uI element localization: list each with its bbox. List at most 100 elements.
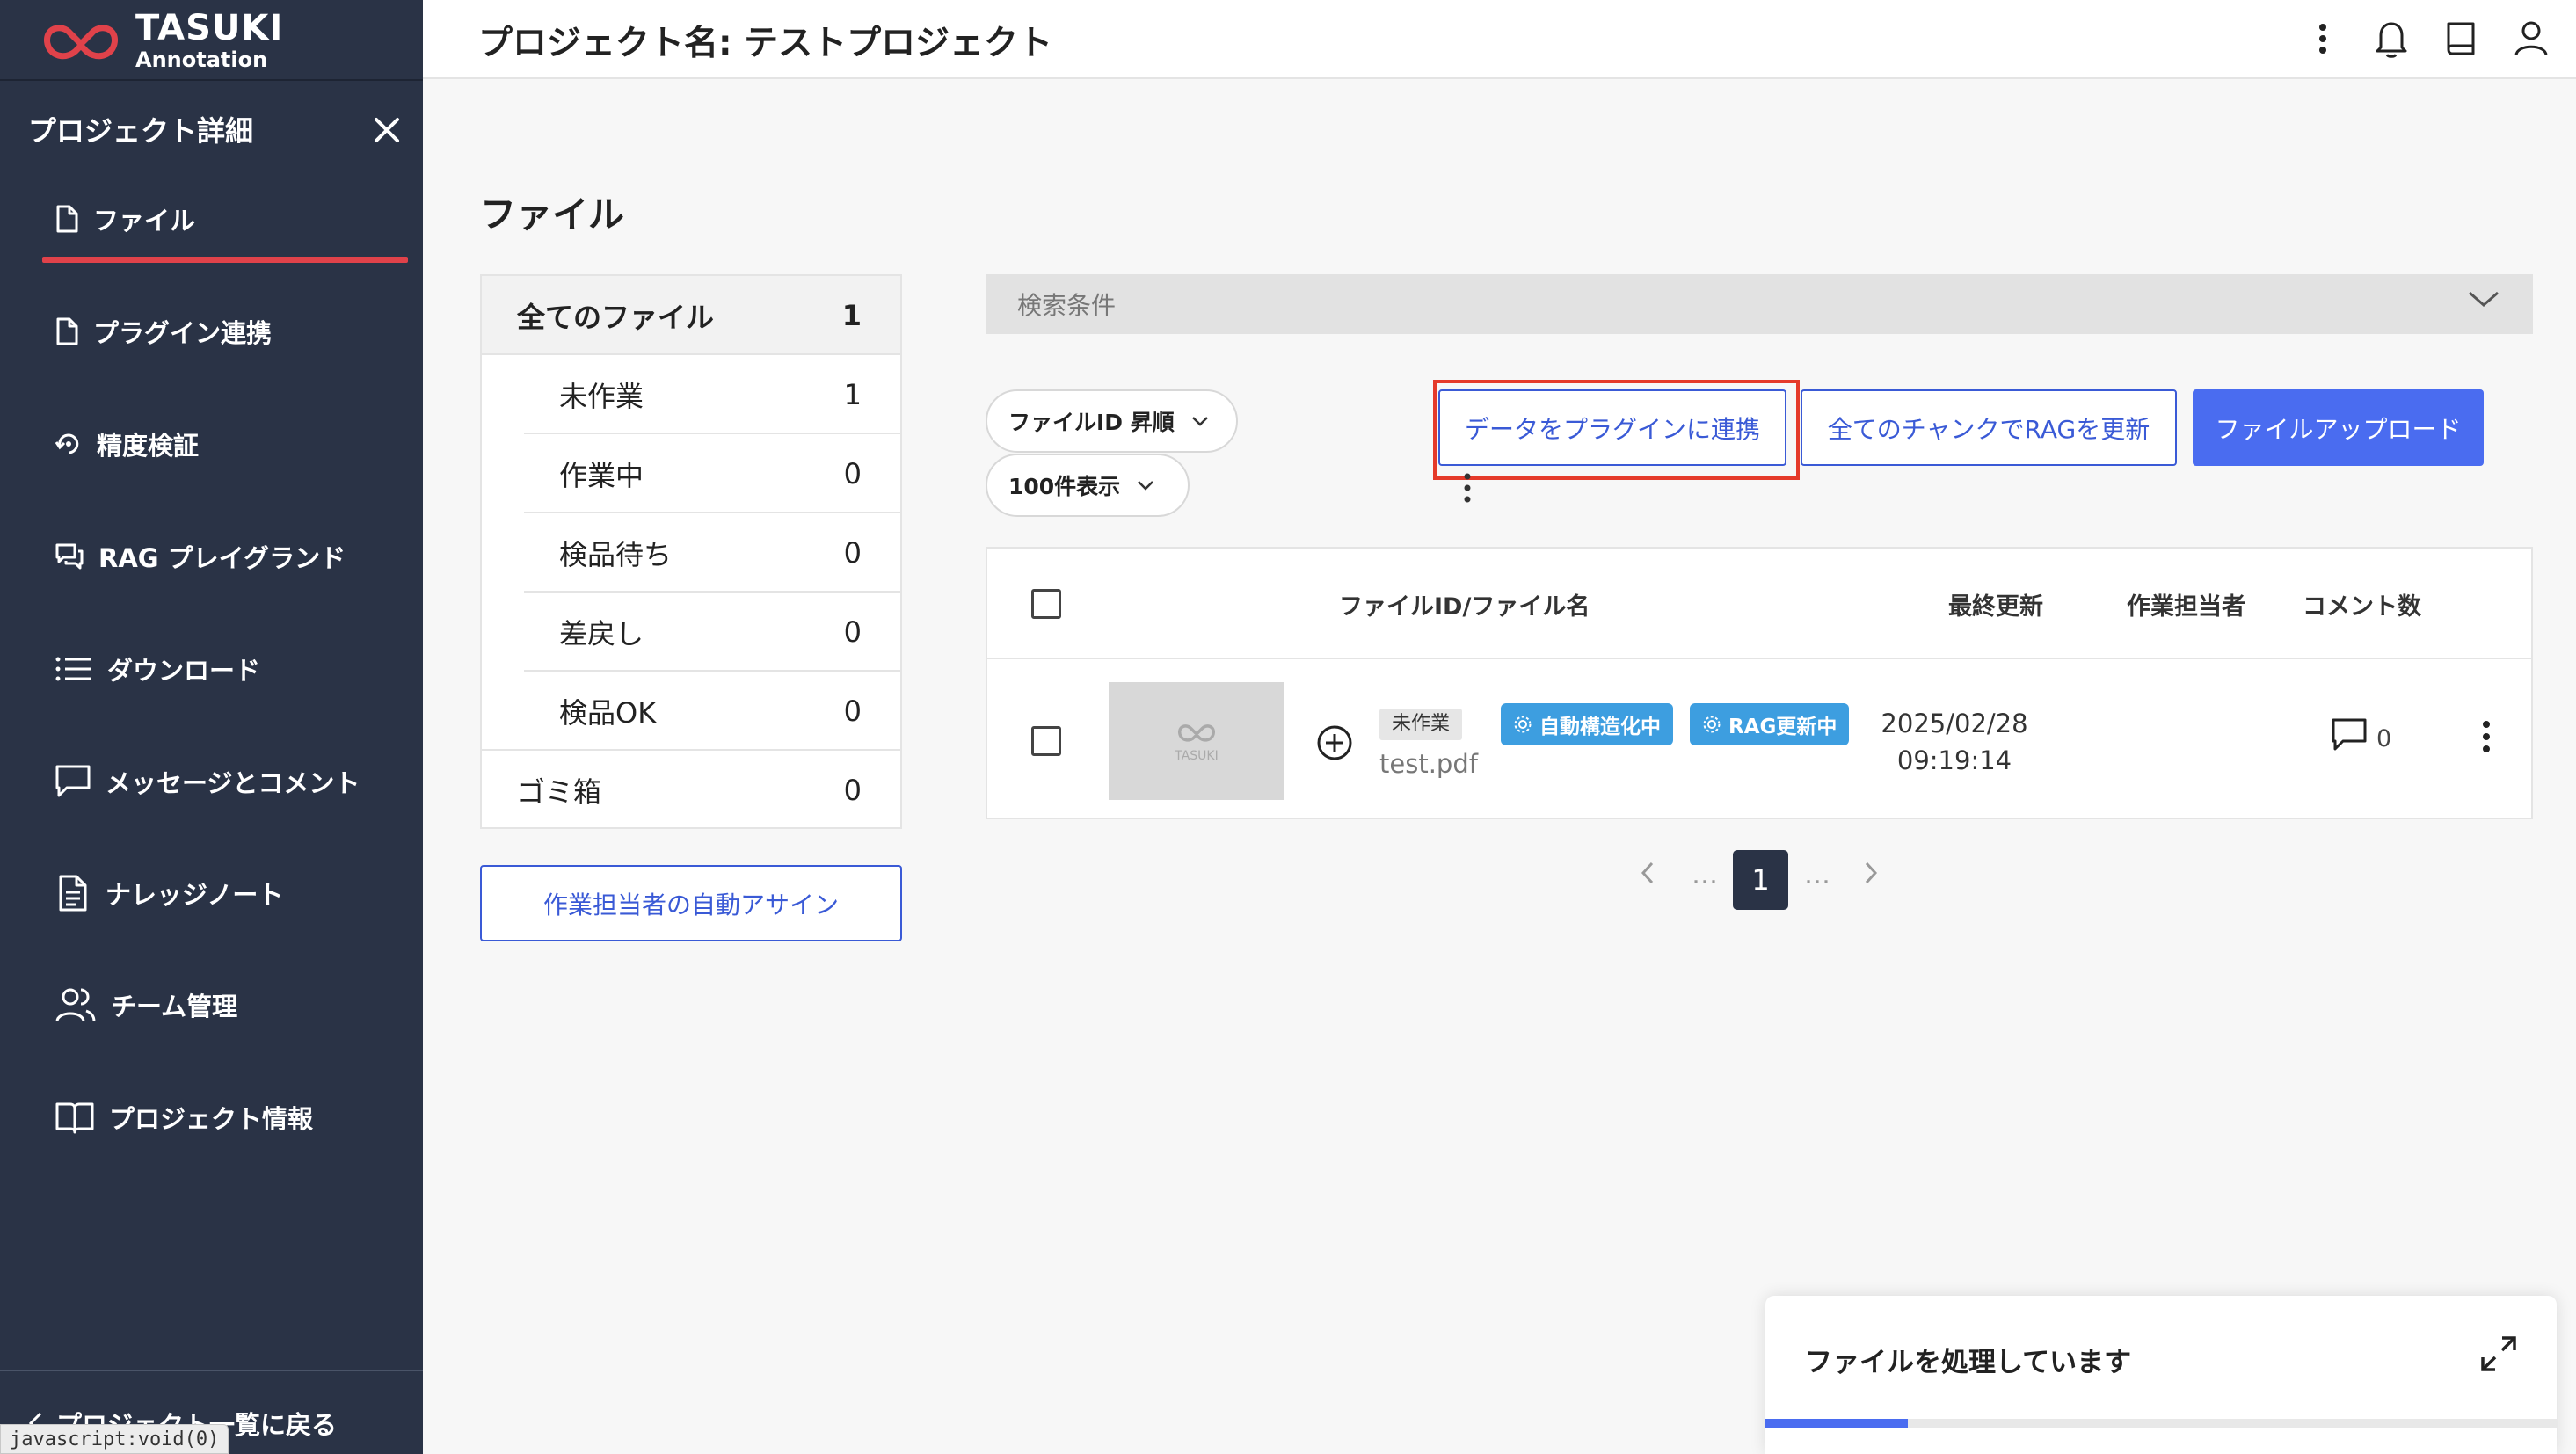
tag-label: RAG更新中 (1728, 716, 1837, 738)
sidebar: TASUKI Annotation プロジェクト詳細 ファイル プラグイン連携 … (0, 0, 423, 1454)
filter-inspection-ok[interactable]: 検品OK 0 (482, 672, 900, 751)
close-icon[interactable] (369, 113, 404, 148)
toast-title: ファイルを処理しています (1805, 1347, 2132, 1378)
file-name[interactable]: test.pdf (1379, 749, 1478, 779)
sidebar-item-accuracy[interactable]: 精度検証 (55, 425, 199, 462)
pagination-ellipsis: … (1804, 860, 1830, 891)
sidebar-item-label: プロジェクト情報 (109, 1104, 314, 1134)
logo-title: TASUKI (135, 8, 284, 48)
kebab-icon[interactable] (1463, 469, 1472, 506)
sidebar-item-knowledge[interactable]: ナレッジノート (55, 874, 283, 912)
plugin-sync-button[interactable]: データをプラグインに連携 (1438, 389, 1786, 466)
account-button[interactable] (2505, 12, 2558, 65)
tag-label: 自動構造化中 (1539, 716, 1661, 738)
thumbnail-text: TASUKI (1175, 749, 1219, 763)
notifications-button[interactable] (2365, 12, 2418, 65)
tag-auto-structuring: 自動構造化中 (1501, 703, 1673, 745)
rag-update-button[interactable]: 全てのチャンクでRAGを更新 (1801, 389, 2177, 466)
row-menu-icon[interactable] (2482, 719, 2491, 754)
file-upload-button[interactable]: ファイルアップロード (2193, 389, 2484, 466)
accuracy-icon (55, 433, 79, 454)
browser-status-url: javascript:void(0) (0, 1424, 229, 1454)
user-icon (2514, 21, 2548, 56)
section-heading: ファイル (480, 193, 624, 236)
page-size-select[interactable]: 100件表示 (986, 454, 1190, 517)
select-all-checkbox[interactable] (1031, 589, 1061, 619)
filter-not-started[interactable]: 未作業 1 (482, 355, 900, 434)
column-header-comments: コメント数 (2303, 593, 2421, 621)
message-icon (55, 765, 91, 797)
column-header-file: ファイルID/ファイル名 (1339, 593, 1590, 621)
sidebar-item-plugin[interactable]: プラグイン連携 (55, 313, 272, 350)
gear-icon (1703, 716, 1721, 733)
filter-awaiting-inspection[interactable]: 検品待ち 0 (482, 513, 900, 593)
filter-label: 検品待ち (559, 538, 673, 571)
page-title: プロジェクト名: テストプロジェクト (478, 24, 1053, 63)
team-icon (55, 988, 96, 1022)
filter-count: 1 (841, 299, 862, 332)
sidebar-item-label: メッセージとコメント (106, 768, 360, 798)
filter-label: ゴミ箱 (517, 775, 602, 809)
sidebar-divider (0, 79, 423, 81)
filter-returned[interactable]: 差戻し 0 (482, 593, 900, 672)
sidebar-item-download[interactable]: ダウンロード (55, 651, 260, 687)
chevron-down-icon (1138, 481, 1154, 491)
expand-icon[interactable] (2479, 1334, 2518, 1373)
file-icon (56, 317, 78, 345)
filter-label: 検品OK (559, 696, 657, 730)
sidebar-item-messages[interactable]: メッセージとコメント (55, 763, 360, 800)
filter-count: 0 (843, 536, 862, 570)
gear-icon (1514, 716, 1532, 733)
next-page-icon[interactable] (1862, 859, 1880, 887)
file-status-filter: 全てのファイル 1 未作業 1 作業中 0 検品待ち 0 差戻し 0 検品OK … (480, 274, 902, 829)
sidebar-item-rag[interactable]: RAG プレイグランド (55, 538, 346, 575)
last-updated-date: 2025/02/28 (1881, 709, 2028, 738)
sidebar-item-label: チーム管理 (111, 992, 238, 1021)
filter-label: 全てのファイル (517, 301, 715, 334)
search-conditions-toggle[interactable]: 検索条件 (986, 274, 2533, 334)
chevron-down-icon (2469, 291, 2499, 307)
active-tab-indicator (42, 257, 408, 263)
progress-bar-fill (1765, 1419, 1908, 1428)
sidebar-item-files[interactable]: ファイル (55, 200, 195, 237)
sort-select[interactable]: ファイルID 昇順 (986, 389, 1238, 453)
row-checkbox[interactable] (1031, 726, 1061, 756)
tasuki-logo-icon (1178, 724, 1215, 742)
processing-toast: ファイルを処理しています (1765, 1296, 2557, 1454)
file-thumbnail[interactable]: TASUKI (1109, 682, 1284, 800)
docs-button[interactable] (2434, 12, 2487, 65)
filter-in-progress[interactable]: 作業中 0 (482, 434, 900, 513)
logo-subtitle: Annotation (135, 47, 268, 72)
add-circle-icon[interactable] (1316, 724, 1353, 761)
filter-count: 1 (843, 378, 862, 411)
comment-count[interactable]: 0 (2331, 717, 2391, 752)
status-badge: 未作業 (1379, 709, 1463, 740)
prev-page-icon[interactable] (1639, 859, 1656, 887)
logo[interactable]: TASUKI Annotation (39, 5, 283, 76)
more-menu-button[interactable] (2296, 12, 2349, 65)
last-updated: 2025/02/28 09:19:14 (1867, 705, 2042, 779)
tasuki-logo-icon (44, 25, 118, 60)
column-header-assignee: 作業担当者 (2127, 593, 2245, 621)
pagination-ellipsis: … (1692, 860, 1718, 891)
document-icon (59, 875, 87, 912)
sidebar-item-label: ファイル (93, 206, 196, 236)
page-size-value: 100件表示 (1008, 474, 1121, 499)
file-icon (56, 205, 78, 233)
filter-trash[interactable]: ゴミ箱 0 (482, 751, 900, 830)
sidebar-item-team[interactable]: チーム管理 (55, 986, 237, 1023)
column-header-updated: 最終更新 (1948, 593, 2043, 621)
comment-count-value: 0 (2376, 725, 2392, 752)
current-page-button[interactable]: 1 (1733, 850, 1788, 910)
filter-all-files[interactable]: 全てのファイル 1 (482, 276, 900, 355)
auto-assign-button[interactable]: 作業担当者の自動アサイン (480, 865, 902, 941)
chevron-down-icon (1191, 417, 1208, 426)
bell-icon (2376, 22, 2407, 58)
list-icon (55, 657, 91, 681)
book-icon (55, 1102, 94, 1134)
file-table: ファイルID/ファイル名 最終更新 作業担当者 コメント数 TASUKI 未作業… (986, 547, 2533, 819)
sidebar-item-label: RAG プレイグランド (98, 543, 346, 573)
filter-label: 作業中 (559, 459, 644, 492)
sidebar-item-project-info[interactable]: プロジェクト情報 (55, 1099, 313, 1136)
book-icon (2447, 22, 2475, 55)
